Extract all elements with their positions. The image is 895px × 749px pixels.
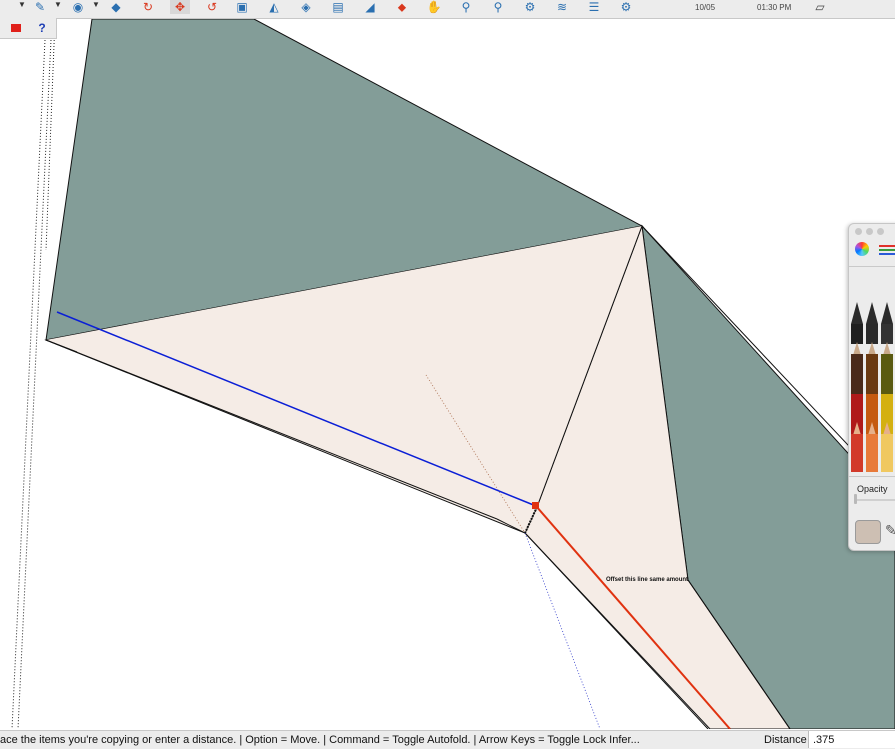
pencil-row[interactable] <box>851 342 895 394</box>
color-wheel-icon[interactable] <box>855 242 869 256</box>
pencil-row[interactable] <box>851 302 893 344</box>
guide-line <box>11 19 47 729</box>
paint-bucket-icon[interactable]: ◈ <box>296 0 316 14</box>
circle-icon[interactable]: ◉ <box>68 0 88 14</box>
left-toolbar: ? <box>0 18 57 39</box>
move-icon[interactable]: ✥ <box>170 0 190 14</box>
layout-send-icon[interactable]: ◢ <box>360 0 380 14</box>
toolbar-time: 01:30 PM <box>757 3 792 12</box>
status-message: ace the items you're copying or enter a … <box>0 734 640 746</box>
offset-annotation: Offset this line same amount <box>606 577 688 583</box>
component-icon[interactable]: ⚙ <box>520 0 540 14</box>
color-sliders-icon[interactable] <box>879 243 895 256</box>
pencil-row[interactable] <box>851 422 895 472</box>
orbit-icon[interactable]: ⬥ <box>392 0 412 14</box>
distance-value: .375 <box>813 734 835 746</box>
pencil-palette[interactable] <box>849 302 895 472</box>
guide-line <box>17 19 53 729</box>
drawing-canvas[interactable]: Offset this line same amount <box>0 19 895 729</box>
tape-measure-icon[interactable]: ▣ <box>232 0 252 14</box>
chevron-down-icon[interactable]: ▼ <box>92 0 100 9</box>
stop-icon[interactable] <box>8 20 24 36</box>
help-icon[interactable]: ? <box>34 20 50 36</box>
pencil-icon[interactable]: ✎ <box>30 0 50 14</box>
guide-line <box>45 19 56 251</box>
minimize-button[interactable] <box>866 228 873 235</box>
follow-me-icon[interactable]: ↺ <box>202 0 222 14</box>
settings-icon[interactable]: ⚙ <box>616 0 636 14</box>
protractor-icon[interactable]: ◭ <box>264 0 284 14</box>
toolbar-date: 10/05 <box>695 3 716 12</box>
endpoint-marker[interactable] <box>532 502 539 509</box>
distance-input[interactable]: .375 <box>808 731 895 748</box>
status-bar: ace the items you're copying or enter a … <box>0 730 895 749</box>
colors-panel: Opacity ✎ <box>848 223 895 551</box>
current-color-swatch[interactable] <box>855 520 881 544</box>
eyedropper-icon[interactable]: ✎ <box>885 522 895 539</box>
opacity-label: Opacity <box>857 484 888 494</box>
zoom-button[interactable] <box>877 228 884 235</box>
layers-icon[interactable]: ☰ <box>584 0 604 14</box>
opacity-slider-knob[interactable] <box>854 494 857 504</box>
main-toolbar: ▼ ✎ ▼ ◉ ▼ ◆ ↻ ✥ ↺ ▣ ◭ ◈ ▤ ◢ ⬥ ✋ ⚲ ⚲ ⚙ ≋ … <box>0 0 895 19</box>
distance-label: Distance <box>764 734 807 746</box>
sandbox-icon[interactable]: ≋ <box>552 0 572 14</box>
zoom-extents-icon[interactable]: ⚲ <box>488 0 508 14</box>
chevron-down-icon[interactable]: ▼ <box>18 0 26 9</box>
close-button[interactable] <box>855 228 862 235</box>
rotate-icon[interactable]: ↻ <box>138 0 158 14</box>
zoom-icon[interactable]: ⚲ <box>456 0 476 14</box>
section-plane-icon[interactable]: ▤ <box>328 0 348 14</box>
pan-icon[interactable]: ✋ <box>424 0 444 14</box>
extension-icon[interactable]: ▱ <box>810 0 830 14</box>
chevron-down-icon[interactable]: ▼ <box>54 0 62 9</box>
push-pull-icon[interactable]: ◆ <box>106 0 126 14</box>
opacity-slider[interactable] <box>857 499 895 501</box>
